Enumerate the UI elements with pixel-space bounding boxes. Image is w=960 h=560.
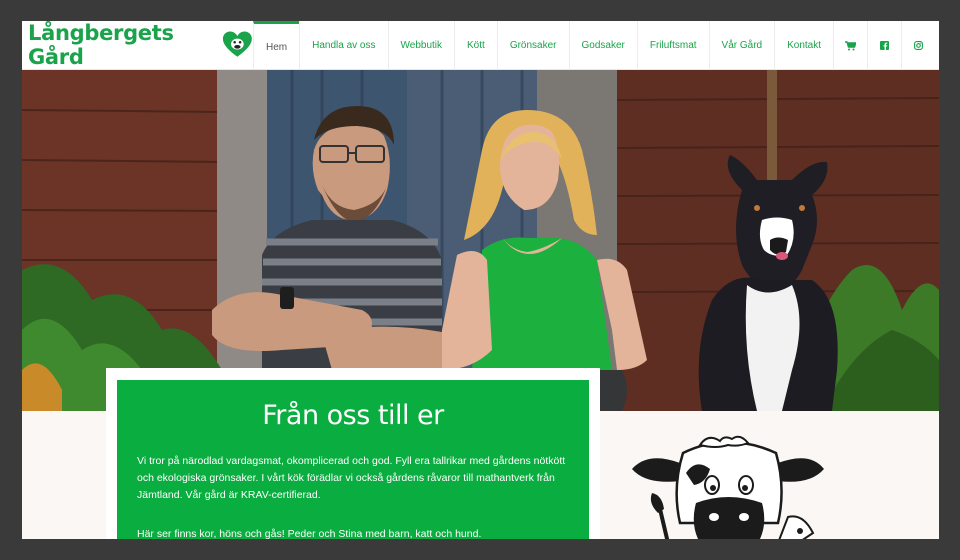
nav-item-kott[interactable]: Kött <box>454 21 497 70</box>
facebook-button[interactable] <box>867 21 901 70</box>
heart-cow-icon <box>223 31 253 57</box>
hero-photo <box>22 70 939 411</box>
nav-label: Vår Gård <box>721 40 763 51</box>
nav-item-handla[interactable]: Handla av oss <box>299 21 387 70</box>
intro-card: Från oss till er Vi tror på närodlad var… <box>106 368 600 539</box>
nav-label: Friluftsmat <box>649 40 697 51</box>
nav-label: Handla av oss <box>312 40 376 51</box>
instagram-button[interactable] <box>901 21 935 70</box>
site-header: Långbergets Gård Hem Handla av oss Webbu… <box>22 21 939 70</box>
logo-text: Långbergets Gård <box>28 21 174 69</box>
facebook-icon <box>880 41 890 50</box>
nav-label: Kött <box>467 40 485 51</box>
nav-item-kontakt[interactable]: Kontakt <box>774 21 833 70</box>
cart-button[interactable] <box>833 21 867 70</box>
nav-item-godsaker[interactable]: Godsaker <box>568 21 637 70</box>
cart-icon <box>845 40 857 50</box>
site-logo[interactable]: Långbergets Gård <box>22 21 253 69</box>
intro-paragraph-1: Vi tror på närodlad vardagsmat, okomplic… <box>137 455 566 501</box>
nav-label: Godsaker <box>581 40 625 51</box>
nav-item-webbutik[interactable]: Webbutik <box>387 21 455 70</box>
intro-paragraph-2: Här ser finns kor, höns och gås! Peder o… <box>137 528 482 539</box>
main-nav: Hem Handla av oss Webbutik Kött Grönsake… <box>253 21 939 70</box>
nav-label: Hem <box>266 41 288 53</box>
nav-item-gronsaker[interactable]: Grönsaker <box>496 21 569 70</box>
nav-label: Webbutik <box>400 40 443 51</box>
instagram-icon <box>914 41 923 50</box>
cow-illustration <box>632 435 824 539</box>
intro-title: Från oss till er <box>262 400 444 431</box>
nav-item-friluftsmat[interactable]: Friluftsmat <box>636 21 709 70</box>
nav-item-var-gard[interactable]: Vår Gård <box>708 21 775 70</box>
nav-label: Kontakt <box>787 40 822 51</box>
nav-label: Grönsaker <box>509 40 557 51</box>
intro-greenbox: Från oss till er Vi tror på närodlad var… <box>117 380 589 539</box>
browser-viewport: Långbergets Gård Hem Handla av oss Webbu… <box>22 21 939 539</box>
nav-item-hem[interactable]: Hem <box>253 21 300 70</box>
